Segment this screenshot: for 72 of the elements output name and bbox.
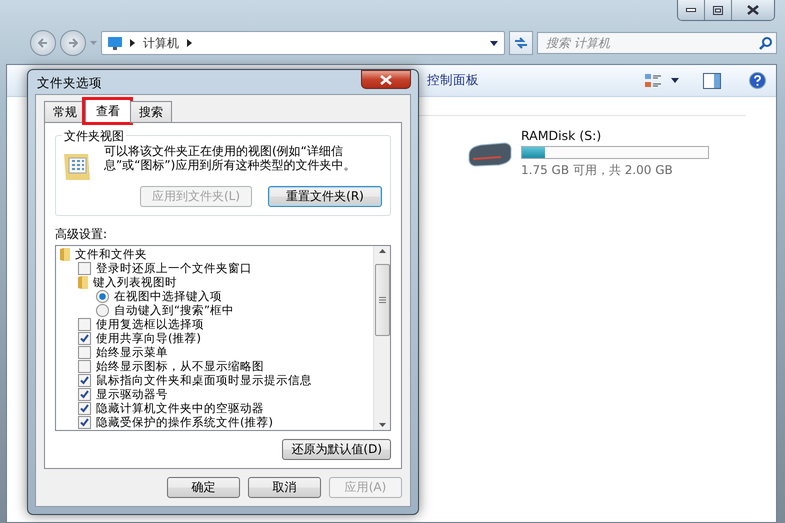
folder-grid-icon xyxy=(64,152,92,182)
checkbox[interactable] xyxy=(78,262,91,274)
refresh-arrows-icon xyxy=(514,37,528,49)
setting-label: 在视图中选择键入项 xyxy=(114,288,222,304)
monitor-icon xyxy=(108,36,122,50)
radio-button[interactable] xyxy=(96,290,109,302)
view-options-icon[interactable] xyxy=(645,72,661,88)
maximize-icon xyxy=(713,6,723,14)
checkbox[interactable] xyxy=(78,332,91,344)
search-icon xyxy=(759,37,772,50)
minimize-icon xyxy=(686,8,696,12)
setting-label: 自动键入到“搜索”框中 xyxy=(114,302,234,318)
checkbox[interactable] xyxy=(78,346,91,358)
setting-label: 文件和文件夹 xyxy=(75,246,147,262)
setting-label: 显示驱动器号 xyxy=(96,386,168,402)
setting-label: 使用共享向导(推荐) xyxy=(96,330,201,346)
setting-label: 始终显示菜单 xyxy=(96,344,168,360)
restore-defaults-button[interactable]: 还原为默认值(D) xyxy=(282,439,391,460)
folder-icon xyxy=(60,248,70,260)
advanced-settings-label: 高级设置: xyxy=(55,226,108,243)
minimize-button[interactable] xyxy=(678,0,705,20)
setting-label: 隐藏受保护的操作系统文件(推荐) xyxy=(96,414,273,430)
maximize-button[interactable] xyxy=(705,0,732,20)
group-title: 文件夹视图 xyxy=(62,128,126,145)
folder-view-description: 可以将该文件夹正在使用的视图(例如“详细信息”或“图标”)应用到所有这种类型的文件夹中。 xyxy=(104,144,356,174)
setting-label: 鼠标指向文件夹和桌面项时显示提示信息 xyxy=(96,372,312,388)
breadcrumb-arrow-icon xyxy=(130,39,135,47)
dropdown-arrow-icon[interactable] xyxy=(490,40,498,46)
close-icon xyxy=(747,5,759,15)
dropdown-arrow-icon[interactable] xyxy=(671,78,679,83)
radio-button[interactable] xyxy=(96,304,109,316)
refresh-button[interactable] xyxy=(509,31,533,55)
dialog-close-button[interactable] xyxy=(361,70,411,89)
breadcrumb-arrow-icon xyxy=(187,39,192,47)
tab[interactable]: 搜索 xyxy=(130,101,172,123)
address-bar[interactable]: 计算机 xyxy=(101,31,505,55)
forward-arrow-icon xyxy=(68,38,78,48)
dialog-title: 文件夹选项 xyxy=(36,75,102,92)
breadcrumb-item[interactable]: 计算机 xyxy=(143,34,179,52)
toolbar-link[interactable]: 控制面板 xyxy=(427,72,635,89)
setting-label: 使用复选框以选择项 xyxy=(96,316,204,332)
scroll-up-icon[interactable] xyxy=(378,249,386,253)
back-arrow-icon xyxy=(38,38,48,48)
drive-free-space: 1.75 GB 可用，共 2.00 GB xyxy=(521,162,674,179)
close-icon xyxy=(380,74,392,84)
drive-name[interactable]: RAMDisk (S:) xyxy=(521,128,709,143)
checkbox[interactable] xyxy=(78,318,91,330)
back-button[interactable] xyxy=(30,30,56,56)
ok-button[interactable]: 确定 xyxy=(167,477,240,498)
scrollbar[interactable] xyxy=(373,246,390,430)
help-icon[interactable] xyxy=(749,72,766,89)
setting-label: 隐藏计算机文件夹中的空驱动器 xyxy=(96,400,264,416)
checkbox[interactable] xyxy=(78,402,91,414)
tab[interactable]: 查看 xyxy=(85,99,130,123)
reset-folders-button[interactable]: 重置文件夹(R) xyxy=(268,186,382,207)
setting-label: 登录时还原上一个文件夹窗口 xyxy=(96,260,252,276)
checkbox[interactable] xyxy=(78,416,91,428)
checkbox[interactable] xyxy=(78,374,91,386)
scroll-down-icon[interactable] xyxy=(378,423,386,427)
search-field[interactable]: 搜索 计算机 xyxy=(537,32,777,54)
setting-label: 始终显示图标，从不显示缩略图 xyxy=(96,358,264,374)
close-button[interactable] xyxy=(732,0,774,20)
forward-button[interactable] xyxy=(60,30,86,56)
cancel-button[interactable]: 取消 xyxy=(248,477,321,498)
checkbox[interactable] xyxy=(78,388,91,400)
preview-pane-icon[interactable] xyxy=(703,72,721,88)
checkbox[interactable] xyxy=(78,360,91,372)
grip-icon xyxy=(379,297,386,303)
tab[interactable]: 常规 xyxy=(44,101,85,123)
folder-icon xyxy=(78,276,88,288)
setting-label: 键入列表视图时 xyxy=(93,274,177,290)
scroll-thumb[interactable] xyxy=(375,264,390,336)
